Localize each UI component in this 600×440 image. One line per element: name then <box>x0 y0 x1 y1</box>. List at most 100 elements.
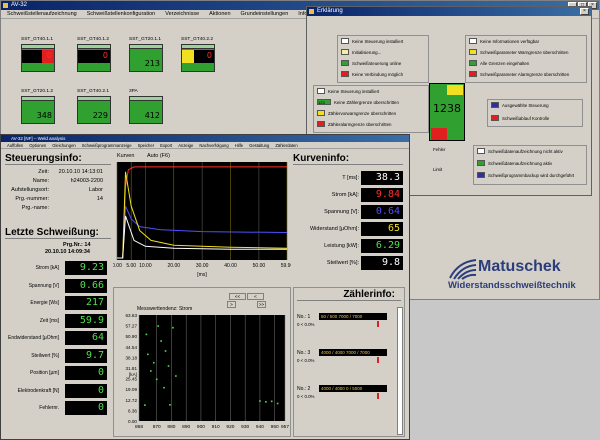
zaehler-scrollbar[interactable] <box>397 307 403 435</box>
controller-tile[interactable]: SST_GT20.1.1 213 <box>129 37 163 75</box>
legend-item: Schweißsteuerung online <box>341 59 401 67</box>
menu-item[interactable]: Speicher <box>138 142 155 148</box>
brand-logo: Matuschek Widerstandsschweißtechnik <box>448 256 594 292</box>
menu-item[interactable]: Nachverfolgung <box>199 142 228 148</box>
analysis-window: AV-32 [NF] – Weld analysis Auffüllen Opti… <box>0 134 410 440</box>
brand-subtitle: Widerstandsschweißtechnik <box>448 280 576 291</box>
trend-nav-button[interactable]: < <box>247 293 264 300</box>
menu-item[interactable]: Schweißprogrammanzeige <box>82 142 132 148</box>
tile-label: SST_GT20.1.2 <box>21 89 53 94</box>
legend-titlebar[interactable]: Erklärung × <box>307 7 591 16</box>
legend-swatch <box>341 60 349 66</box>
kurven-value: 38.3 <box>361 171 403 185</box>
trend-point <box>169 404 171 406</box>
trend-nav-button[interactable]: > <box>227 301 236 308</box>
steuerung-heading: Steuerungsinfo: <box>5 153 111 165</box>
legend-item: Alle Grenzen eingehalten <box>469 59 529 67</box>
kurven-value: 65 <box>361 222 403 236</box>
weld-label: Energie [Ws] <box>30 300 59 306</box>
zaehler-marker <box>377 321 379 327</box>
weld-label: Position [µm] <box>29 370 59 376</box>
menu-item[interactable]: Export <box>160 142 172 148</box>
tab-curves[interactable]: Kurven <box>117 153 134 159</box>
legend-text: Schweißparameter Alarmgrenze überschritt… <box>480 71 570 77</box>
tile-status: 348 <box>21 96 55 124</box>
zaehler-heading: Zählerinfo: <box>297 289 401 301</box>
weld-label: Zeit [ms] <box>39 317 59 324</box>
legend-center-value: 1238 <box>433 102 461 115</box>
curve-x-tick: 59.90 <box>281 263 291 269</box>
legend-swatch <box>341 38 349 44</box>
kurven-label: T [ms]: <box>342 175 359 181</box>
weld-datetime: 20.10.10 14:09:34 <box>45 249 90 255</box>
trend-chart: 858 870 880 890 900 910 920 930 940 950 957 63.63 57… <box>126 313 290 430</box>
menu-item[interactable]: Schweißstellenaufzeichnung <box>7 10 77 18</box>
legend-text: Schweißdatenaufzeichnung nicht aktiv <box>488 148 563 154</box>
menu-item[interactable]: Optionen <box>29 142 46 148</box>
trend-y-tick: 44.54 <box>126 345 138 350</box>
menu-item[interactable]: Gestaltung <box>249 142 269 148</box>
zaehler-no: No.: 1 <box>297 314 311 320</box>
legend-icon <box>309 9 314 14</box>
tile-label: SST_GT40.1.1 <box>21 37 53 42</box>
menu-item[interactable]: Gleichungen <box>52 142 76 148</box>
legend-swatch <box>477 148 485 154</box>
menu-item[interactable]: Verzeichnisse <box>165 10 199 18</box>
trend-point <box>155 378 158 381</box>
legend-swatch <box>477 160 485 166</box>
menu-item[interactable]: Anzeige <box>178 142 193 148</box>
legend-partial-text: Limit <box>433 167 443 172</box>
steuerung-label: Prg.-name: <box>21 205 49 211</box>
legend-text: Initialisierung... <box>352 49 382 55</box>
legend-item: Zählervorwarngrenze überschritten <box>317 109 396 117</box>
trend-point <box>149 370 152 372</box>
curve-x-tick: 50.00 <box>253 263 266 269</box>
steuerung-label: Name: <box>32 178 49 184</box>
menu-item[interactable]: Grundeinstellungen <box>241 10 289 18</box>
weld-heading: Letzte Schweißung: <box>5 227 111 239</box>
menu-item[interactable]: Auffüllen <box>7 142 23 148</box>
legend-text: Zähleralarmgrenze überschritten <box>328 121 392 127</box>
curve-x-label: [ms] <box>197 272 207 278</box>
menu-item[interactable]: Schweißstellenkonfiguration <box>87 10 155 18</box>
legend-text: Ausgewählte Steuerung <box>502 102 549 108</box>
trend-nav-button[interactable]: >> <box>257 301 266 308</box>
steuerung-label: Aufstellungsort: <box>11 187 49 193</box>
curve-x-tick: 0.00 <box>113 263 122 269</box>
trend-y-tick: 31.81 <box>126 366 138 371</box>
controller-tile[interactable]: SST_GT40.2.2 0 <box>181 37 215 75</box>
trend-point <box>167 365 170 367</box>
kurven-label: Leistung [kW]: <box>324 243 359 249</box>
legend-text: Alle Grenzen eingehalten <box>480 60 530 66</box>
zaehler-bar: 4000 / 4000 0 / 5000 <box>319 385 387 392</box>
legend-swatch <box>341 49 349 55</box>
trend-nav-button[interactable]: << <box>229 293 246 300</box>
curve-x-tick: 30.00 <box>196 263 209 269</box>
legend-item: Schweißdatenaufzeichnung aktiv <box>477 159 552 167</box>
legend-close-icon[interactable]: × <box>580 8 589 15</box>
trend-x-tick: 900 <box>197 424 205 430</box>
trend-point <box>172 326 174 329</box>
trend-x-tick: 940 <box>256 424 264 430</box>
controller-tile[interactable]: SST_GT40.2.1 229 <box>77 89 111 127</box>
curve-x-tick: 20.00 <box>168 263 181 269</box>
controller-tile[interactable]: SST_GT40.1.1 0 <box>21 37 55 75</box>
menu-item[interactable]: Zählerdaten <box>275 142 297 148</box>
legend-item: Keine Steuerung installiert <box>317 87 379 95</box>
tile-status-top <box>78 97 110 101</box>
menu-item[interactable]: Hilfe <box>235 142 243 148</box>
weld-value: 64 <box>65 331 107 345</box>
controller-tile[interactable]: 3PA 412 <box>129 89 163 127</box>
trend-x-tick: 858 <box>135 424 143 430</box>
analysis-titlebar[interactable]: AV-32 [NF] – Weld analysis <box>1 135 409 142</box>
tab-auto[interactable]: Auto (F6) <box>147 153 170 159</box>
legend-swatch: 123 <box>317 99 331 105</box>
controller-tile[interactable]: SST_GT40.1.2 0 <box>77 37 111 75</box>
zaehler-no: No.: 2 <box>297 386 311 392</box>
tile-status-top <box>22 97 54 101</box>
trend-point <box>259 400 261 402</box>
menu-item[interactable]: Aktionen <box>209 10 230 18</box>
tile-status-top <box>182 45 214 49</box>
controller-tile[interactable]: SST_GT20.1.2 348 <box>21 89 55 127</box>
tile-value: 213 <box>144 59 160 68</box>
